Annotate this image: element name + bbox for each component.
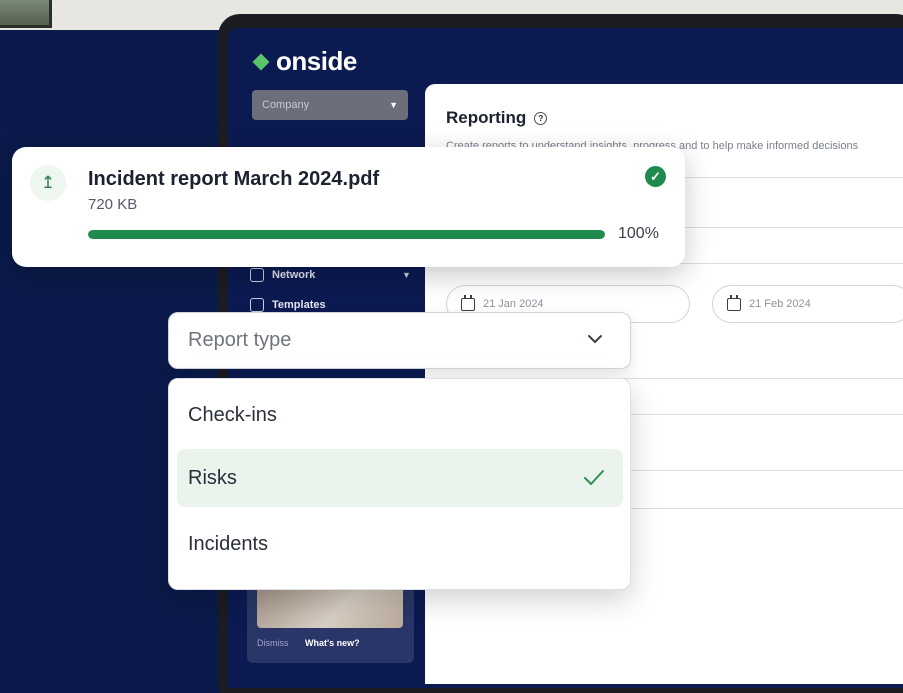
users-icon bbox=[250, 268, 264, 282]
report-type-placeholder: Report type bbox=[188, 329, 292, 351]
sidebar-item-label: Network bbox=[272, 269, 316, 281]
check-circle-icon: ✓ bbox=[645, 166, 666, 187]
upload-icon: ↥ bbox=[30, 165, 66, 201]
page-title-text: Reporting bbox=[446, 108, 527, 127]
whats-new-link[interactable]: What's new? bbox=[305, 638, 360, 648]
calendar-icon bbox=[727, 294, 741, 311]
sidebar-item-label: Templates bbox=[272, 299, 326, 311]
background-photo bbox=[0, 0, 52, 28]
date-from-value: 21 Jan 2024 bbox=[483, 298, 544, 310]
option-label: Check-ins bbox=[188, 403, 277, 426]
uploaded-file-size: 720 KB bbox=[88, 196, 138, 213]
report-type-option-incidents[interactable]: Incidents bbox=[177, 515, 623, 573]
checkmark-icon bbox=[584, 470, 604, 485]
option-label: Incidents bbox=[188, 532, 269, 555]
chevron-down-icon bbox=[588, 335, 602, 343]
upload-progress-percent: 100% bbox=[618, 225, 659, 242]
sidebar-item-network[interactable]: Network ▼ bbox=[250, 268, 411, 282]
chevron-down-icon: ▼ bbox=[402, 270, 411, 280]
calendar-icon bbox=[461, 294, 475, 311]
date-to-field[interactable]: 21 Feb 2024 bbox=[712, 285, 903, 323]
uploaded-file-name: Incident report March 2024.pdf bbox=[88, 168, 380, 190]
help-icon[interactable]: ? bbox=[534, 111, 548, 125]
document-icon bbox=[250, 298, 264, 312]
company-select-value: Company bbox=[262, 99, 310, 111]
dismiss-link[interactable]: Dismiss bbox=[257, 638, 289, 648]
logo-mark-icon bbox=[252, 53, 270, 71]
report-type-option-risks[interactable]: Risks bbox=[177, 449, 623, 507]
option-label: Risks bbox=[188, 466, 237, 489]
logo-text: onside bbox=[276, 46, 357, 76]
company-select[interactable]: Company ▼ bbox=[252, 90, 408, 120]
report-type-option-check-ins[interactable]: Check-ins bbox=[177, 386, 623, 444]
app-logo: onside bbox=[252, 46, 357, 77]
upload-progress-fill bbox=[88, 230, 605, 239]
sidebar-item-templates[interactable]: Templates bbox=[250, 298, 326, 312]
page-title: Reporting ? bbox=[446, 108, 548, 128]
chevron-down-icon: ▼ bbox=[389, 100, 398, 110]
upload-progress-bar bbox=[88, 230, 605, 239]
date-to-value: 21 Feb 2024 bbox=[749, 298, 811, 310]
